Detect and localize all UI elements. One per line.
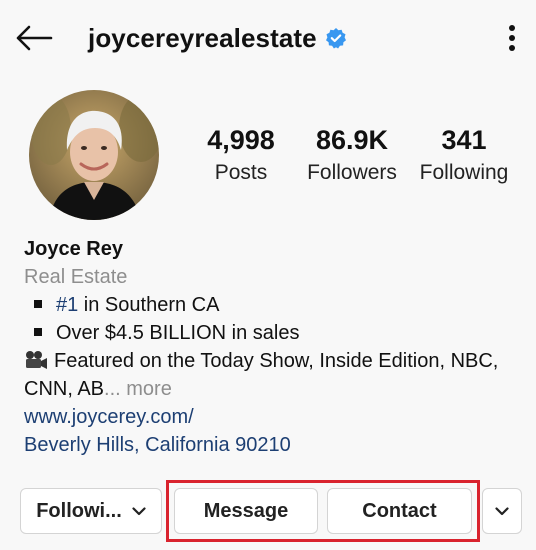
- profile-page: joycereyrealestate 4,998 Posts 86.9K Fol…: [0, 0, 536, 550]
- username-header: joycereyrealestate: [88, 20, 347, 56]
- following-button-label: Followi...: [36, 499, 122, 522]
- following-label: Following: [419, 161, 509, 184]
- posts-stat[interactable]: 4,998 Posts: [196, 122, 286, 188]
- bullet-icon: [34, 300, 42, 309]
- location-link[interactable]: Beverly Hills, California 90210: [24, 434, 291, 456]
- bio-line-3-text: Featured on the Today Show, Inside Editi…: [54, 350, 499, 372]
- followers-label: Followers: [307, 161, 397, 184]
- website-row: www.joycerey.com/: [24, 403, 524, 431]
- vertical-ellipsis-icon: [509, 25, 515, 51]
- bio-line-1: #1 in Southern CA: [24, 291, 524, 319]
- arrow-left-icon: [16, 25, 53, 51]
- bullet-icon: [34, 328, 42, 337]
- followers-count: 86.9K: [315, 125, 389, 155]
- bio-line-3: Featured on the Today Show, Inside Editi…: [24, 347, 524, 375]
- contact-button[interactable]: Contact: [327, 488, 472, 534]
- message-button[interactable]: Message: [174, 488, 318, 534]
- suggested-accounts-button[interactable]: [482, 488, 522, 534]
- back-button[interactable]: [14, 20, 54, 56]
- bio-line-4-text: CNN, AB: [24, 378, 105, 400]
- following-count: 341: [441, 125, 487, 155]
- posts-count: 4,998: [207, 125, 275, 155]
- bio-line-4: CNN, AB... more: [24, 375, 524, 403]
- category-label: Real Estate: [24, 266, 128, 288]
- chevron-down-icon: [132, 506, 146, 516]
- contact-button-label: Contact: [362, 499, 437, 522]
- bio-line-1-text: in Southern CA: [78, 294, 220, 316]
- following-stat[interactable]: 341 Following: [414, 122, 514, 188]
- followers-stat[interactable]: 86.9K Followers: [302, 122, 402, 188]
- more-link[interactable]: ... more: [104, 378, 172, 400]
- display-name: Joyce Rey: [24, 238, 123, 260]
- bio-line-2: Over $4.5 BILLION in sales: [24, 319, 524, 347]
- chevron-down-icon: [495, 506, 509, 515]
- profile-bio: Joyce Rey Real Estate #1 in Southern CA …: [24, 235, 524, 459]
- username: joycereyrealestate: [88, 22, 317, 53]
- bio-line-2-text: Over $4.5 BILLION in sales: [56, 322, 300, 344]
- profile-avatar[interactable]: [29, 90, 159, 220]
- verified-badge-icon: [325, 27, 347, 49]
- following-button[interactable]: Followi...: [20, 488, 162, 534]
- website-link[interactable]: www.joycerey.com/: [24, 406, 194, 428]
- message-button-label: Message: [203, 499, 289, 522]
- hashtag-link[interactable]: #1: [56, 294, 78, 316]
- more-options-button[interactable]: [502, 18, 522, 58]
- location-row: Beverly Hills, California 90210: [24, 431, 524, 459]
- posts-label: Posts: [214, 161, 268, 184]
- movie-camera-icon: [26, 351, 47, 369]
- top-bar: joycereyrealestate: [0, 0, 536, 76]
